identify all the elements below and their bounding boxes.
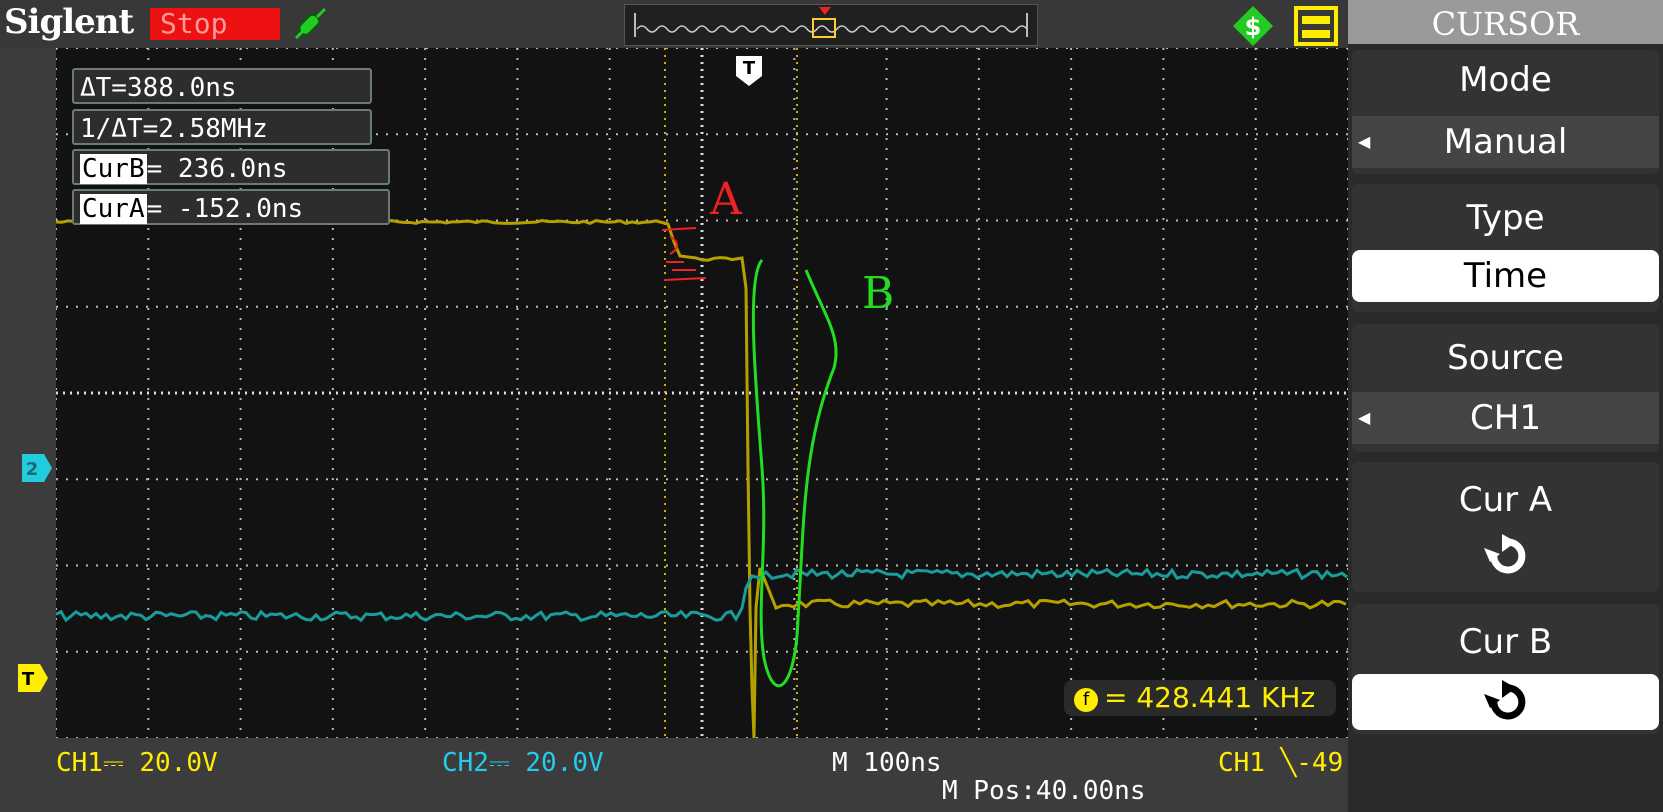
annotation-a-bracket — [661, 227, 707, 281]
inverse-delta-t-readout: 1/ΔT=2.58MHz — [72, 109, 372, 145]
cursor-a-tag: CurA — [80, 194, 147, 224]
ch1-waveform — [56, 218, 1347, 738]
annotation-b-ellipse — [751, 259, 838, 688]
type-label: Type — [1466, 198, 1545, 238]
delta-t-readout: ΔT=388.0ns — [72, 68, 372, 104]
cursor-menu: CURSOR Mode ◀ Manual Type Time Source ◀ … — [1348, 0, 1663, 812]
ch1-scale[interactable]: CH1⎓ 20.0V — [56, 748, 218, 779]
cur-b-label: Cur B — [1458, 622, 1553, 662]
left-arrow-icon: ◀ — [1358, 408, 1371, 427]
annotation-b-label: B — [862, 268, 894, 319]
svg-text:$: $ — [1245, 13, 1262, 41]
menu-cur-b-button[interactable]: Cur B — [1352, 604, 1659, 734]
bottom-status-bar: CH1⎓ 20.0V CH2⎓ 20.0V M 100ns CH1 ╲-49.6… — [0, 738, 1390, 812]
run-status-badge[interactable]: Stop — [150, 8, 280, 40]
memory-position-bar — [624, 4, 1038, 46]
menu-mode-button[interactable]: Mode ◀ Manual — [1352, 50, 1659, 174]
svg-text:T: T — [743, 58, 756, 79]
source-label: Source — [1447, 338, 1564, 378]
menu-type-button[interactable]: Type Time — [1352, 184, 1659, 312]
ch2-scale[interactable]: CH2⎓ 20.0V — [442, 748, 604, 779]
menu-title: CURSOR — [1348, 0, 1663, 44]
rotate-knob-icon — [1484, 680, 1526, 720]
memory-position: M Pos:40.00ns — [942, 776, 1146, 806]
waveform-display[interactable]: A B T ΔT=388.0ns 1/ΔT=2.58MHz CurB= 236.… — [56, 48, 1348, 738]
annotation-a-label: A — [709, 174, 743, 225]
menu-cur-a-button[interactable]: Cur A — [1352, 462, 1659, 592]
svg-text:T: T — [22, 669, 35, 690]
ch2-level-marker[interactable]: 2 — [22, 454, 52, 482]
source-value: ◀ CH1 — [1352, 392, 1659, 444]
cursor-b-tag: CurB — [80, 154, 147, 184]
oscilloscope-screen: Siglent Stop $ A B T ΔT=388.0ns 1/ΔT=2.5… — [0, 0, 1663, 812]
type-value: Time — [1352, 250, 1659, 302]
usb-icon: $ — [1233, 6, 1273, 46]
brand-logo: Siglent — [4, 2, 134, 42]
top-status-bar: Siglent Stop $ — [0, 0, 1348, 48]
probe-icon — [294, 7, 327, 40]
rotate-knob-icon — [1484, 534, 1526, 574]
svg-text:2: 2 — [26, 459, 39, 480]
cursor-a-readout: CurA= -152.0ns — [72, 189, 390, 225]
cursor-b-readout: CurB= 236.0ns — [72, 149, 390, 185]
trigger-level-marker[interactable]: T — [18, 664, 48, 692]
left-arrow-icon: ◀ — [1358, 132, 1371, 151]
cur-b-selected-area — [1352, 674, 1659, 730]
frequency-counter: f = 428.441 KHz — [1064, 680, 1336, 716]
timebase-scale[interactable]: M 100ns — [832, 748, 942, 778]
cur-a-label: Cur A — [1458, 480, 1553, 520]
menu-source-button[interactable]: Source ◀ CH1 — [1352, 324, 1659, 452]
frequency-icon: f — [1074, 688, 1098, 712]
mode-value: ◀ Manual — [1352, 116, 1659, 168]
printer-icon — [1294, 6, 1338, 46]
trigger-position-marker: T — [736, 56, 762, 86]
mode-label: Mode — [1459, 60, 1552, 100]
